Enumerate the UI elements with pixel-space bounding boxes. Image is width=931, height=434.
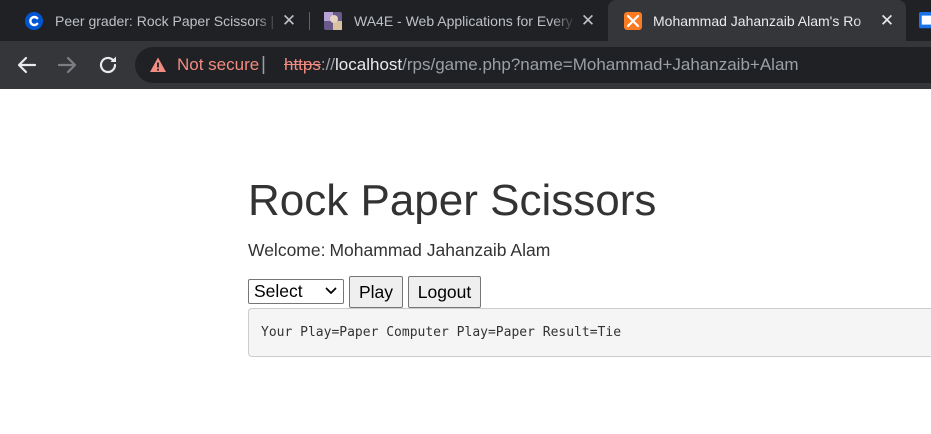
logout-button[interactable]: Logout (408, 276, 481, 308)
back-arrow-icon[interactable] (15, 53, 39, 77)
browser-toolbar: Not secure | https://localhost/rps/game.… (0, 41, 931, 89)
result-text: Your Play=Paper Computer Play=Paper Resu… (261, 325, 622, 340)
play-button[interactable]: Play (349, 276, 403, 308)
coursera-icon (25, 12, 43, 30)
url-text[interactable]: https://localhost/rps/game.php?name=Moha… (284, 55, 799, 75)
address-bar[interactable]: Not secure | https://localhost/rps/game.… (135, 47, 931, 83)
tab-title: Mohammad Jahanzaib Alam's Ro (653, 13, 862, 29)
url-separator: :// (320, 55, 336, 74)
page-title: Rock Paper Scissors (248, 176, 657, 225)
play-select-value: Select (254, 281, 303, 301)
welcome-line: Welcome: Mohammad Jahanzaib Alam (248, 239, 550, 261)
omnibox-divider: | (261, 54, 266, 75)
new-tab-partial-icon (919, 12, 931, 29)
play-select[interactable]: Select (248, 279, 344, 304)
tab-title-fade (552, 0, 576, 41)
tab-title: WA4E - Web Applications for Every (354, 13, 573, 29)
tab-title: Peer grader: Rock Paper Scissors | (55, 13, 275, 29)
close-tab-icon[interactable]: ✕ (578, 11, 598, 31)
tab-strip: Peer grader: Rock Paper Scissors | ✕ WA4… (0, 0, 931, 41)
url-host: localhost (335, 55, 403, 74)
tab-peer-grader[interactable]: Peer grader: Rock Paper Scissors | ✕ (0, 0, 309, 41)
close-tab-icon[interactable]: ✕ (279, 11, 299, 31)
warning-triangle-icon[interactable] (149, 56, 167, 74)
close-tab-icon[interactable]: ✕ (877, 11, 897, 31)
tab-title-fade (255, 0, 279, 41)
xampp-icon (624, 12, 642, 30)
reload-icon[interactable] (96, 53, 120, 77)
result-box: Your Play=Paper Computer Play=Paper Resu… (248, 308, 931, 357)
tab-rock-paper-scissors[interactable]: Mohammad Jahanzaib Alam's Ro ✕ (608, 0, 906, 41)
url-scheme: https (284, 55, 321, 74)
url-path: /rps/game.php?name=Mohammad+Jahanzaib+Al… (402, 55, 799, 74)
tab-wa4e[interactable]: WA4E - Web Applications for Every ✕ (310, 0, 607, 41)
page-content: Rock Paper Scissors Welcome: Mohammad Jah… (0, 89, 931, 434)
welcome-label: Welcome: (248, 240, 326, 260)
tab-title-fade (855, 0, 879, 41)
user-name: Mohammad Jahanzaib Alam (329, 240, 551, 260)
forward-arrow-icon[interactable] (55, 53, 79, 77)
chevron-down-icon (325, 287, 337, 294)
security-status-label[interactable]: Not secure (177, 56, 259, 74)
wa4e-icon (324, 12, 342, 30)
